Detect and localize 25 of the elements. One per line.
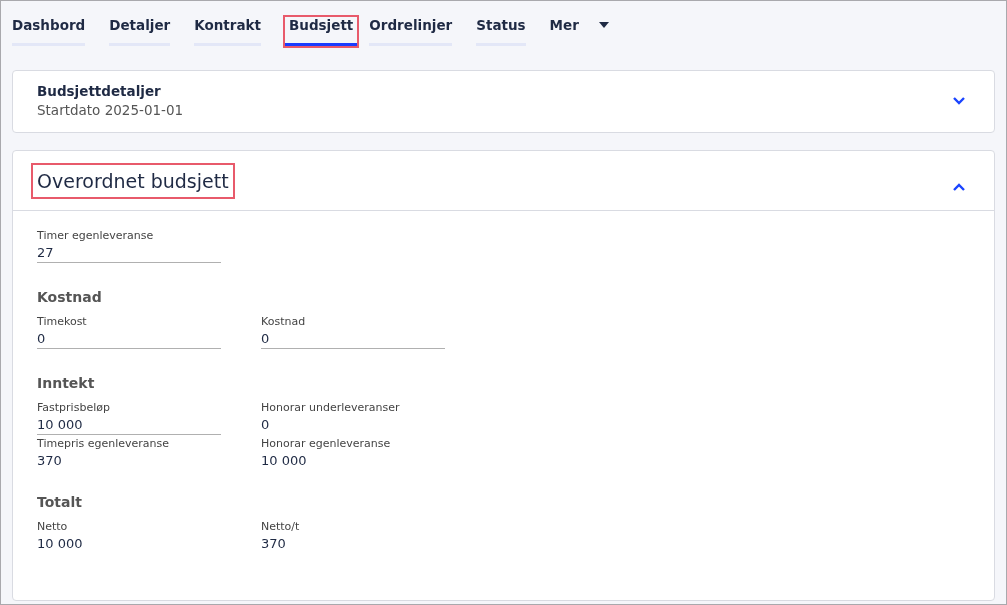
tab[interactable]: Ordrelinjer	[369, 17, 453, 46]
value-field: Netto 10 000	[37, 520, 221, 553]
input-field[interactable]: Timer egenleveranse 27	[37, 229, 221, 263]
section-heading: Totalt	[37, 494, 83, 510]
section-heading: Inntekt	[37, 375, 96, 391]
input-field[interactable]: Timekost 0	[37, 315, 221, 349]
caret-icon	[598, 22, 609, 28]
value-field: Timepris egenleveranse 370	[37, 437, 221, 470]
input-field[interactable]: Fastprisbeløp 10 000	[37, 401, 221, 435]
tab[interactable]: Dashbord	[12, 17, 86, 46]
tab[interactable]: Detaljer	[109, 17, 171, 46]
value-field: Netto/t 370	[261, 520, 445, 553]
panel-title: Budsjettdetaljer	[37, 83, 162, 99]
value-field: Honorar egenleveranse 10 000	[261, 437, 445, 470]
more-menu[interactable]: Mer	[549, 17, 609, 46]
tab[interactable]: Kontrakt	[194, 17, 261, 46]
value-field: Honorar underleveranser 0	[261, 401, 445, 437]
chevron-icon[interactable]	[952, 183, 966, 192]
chevron-icon[interactable]	[952, 96, 966, 105]
section-heading: Kostnad	[37, 289, 103, 305]
panel-subtitle: Startdato 2025-01-01	[37, 102, 184, 118]
tab[interactable]: Budsjett	[285, 17, 358, 46]
input-field[interactable]: Kostnad 0	[261, 315, 445, 349]
tab[interactable]: Status	[476, 17, 526, 46]
panel-title: Overordnet budsjett	[31, 162, 235, 199]
